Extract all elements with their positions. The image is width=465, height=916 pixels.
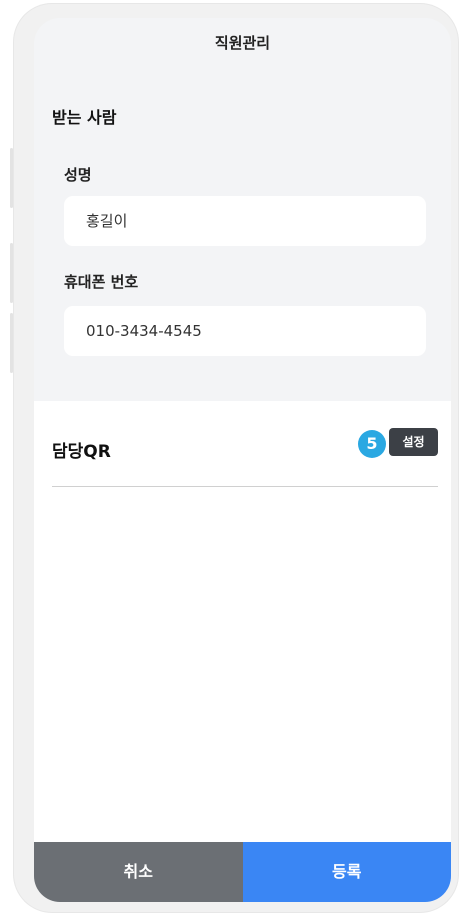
phone-label: 휴대폰 번호 xyxy=(64,273,139,291)
phone-field[interactable]: 010-3434-4545 xyxy=(64,306,426,356)
name-field[interactable]: 홍길이 xyxy=(64,196,426,246)
name-label: 성명 xyxy=(64,166,92,184)
step-badge: 5 xyxy=(358,430,386,458)
side-button xyxy=(10,313,13,373)
bottom-action-bar: 취소 등록 xyxy=(34,842,451,902)
divider xyxy=(52,486,438,487)
app-screen: 직원관리 받는 사람 성명 홍길이 휴대폰 번호 010-3434-4545 담… xyxy=(34,18,451,902)
register-button[interactable]: 등록 xyxy=(242,842,451,902)
qr-panel: 담당QR 5 설정 xyxy=(34,401,451,842)
side-button xyxy=(10,148,13,208)
qr-settings-button[interactable]: 설정 xyxy=(389,428,438,456)
recipient-heading: 받는 사람 xyxy=(52,108,117,127)
side-button xyxy=(10,243,13,303)
qr-title: 담당QR xyxy=(52,442,111,462)
page-title: 직원관리 xyxy=(214,34,271,52)
cancel-button[interactable]: 취소 xyxy=(34,842,243,902)
